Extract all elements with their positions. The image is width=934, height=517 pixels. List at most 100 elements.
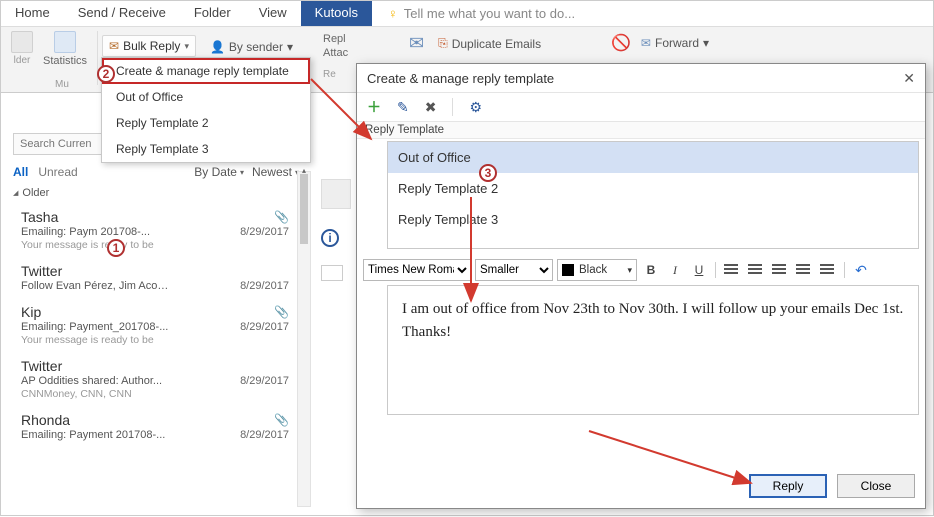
lder-cut: lder — [14, 55, 31, 66]
stats-icon[interactable] — [54, 31, 76, 53]
list-item[interactable]: TwitterFollow Evan Pérez, Jim Acos...8/2… — [13, 257, 299, 298]
forward-button[interactable]: ✉ Forward ▾ — [641, 36, 709, 50]
avatar — [321, 179, 351, 209]
stats-label: Statistics — [43, 55, 87, 67]
marker-1: 1 — [107, 239, 125, 257]
subject: Emailing: Payment 201708-... — [21, 429, 171, 441]
dialog-subhead: Reply Template — [357, 122, 925, 139]
list-item[interactable]: TwitterAP Oddities shared: Author...8/29… — [13, 352, 299, 406]
tell-me-text: Tell me what you want to do... — [404, 6, 575, 21]
ribbon-right-row2: 🚫 ✉ Forward ▾ — [611, 33, 709, 53]
menu-item-out-of-office[interactable]: Out of Office — [102, 84, 310, 110]
from: Rhonda — [21, 412, 70, 428]
sep — [715, 262, 716, 278]
template-item-out-of-office[interactable]: Out of Office — [388, 142, 918, 173]
attachment-icon: 📎 — [274, 413, 289, 427]
menu-item-create-manage[interactable]: Create & manage reply template — [102, 58, 310, 84]
template-item-3[interactable]: Reply Template 3 — [388, 204, 918, 235]
bulk-reply-label: Bulk Reply — [123, 39, 180, 53]
tell-me[interactable]: ♀ Tell me what you want to do... — [372, 1, 575, 26]
underline-button[interactable]: U — [689, 260, 709, 280]
add-icon[interactable]: ＋ — [367, 97, 381, 117]
color-select[interactable]: Black▾ — [557, 259, 637, 281]
sort-newest[interactable]: Newest▾ — [252, 165, 299, 179]
forward-icon: ✉ — [641, 36, 651, 50]
rect-icon — [321, 265, 343, 281]
preview: Your message is ready to be — [21, 239, 297, 251]
envelope-icon: ✉ — [109, 39, 119, 53]
tab-view[interactable]: View — [245, 1, 301, 26]
list-item[interactable]: Kip📎Emailing: Payment_201708-...8/29/201… — [13, 298, 299, 352]
duplicate-icon: ⎘ — [438, 36, 448, 51]
search-input[interactable] — [13, 133, 105, 155]
template-item-2[interactable]: Reply Template 2 — [388, 173, 918, 204]
tab-folder[interactable]: Folder — [180, 1, 245, 26]
italic-button[interactable]: I — [665, 260, 685, 280]
unknown-icon[interactable] — [11, 31, 33, 53]
reading-pane-cut: i — [321, 149, 351, 509]
sep — [844, 262, 845, 278]
scroll-thumb[interactable] — [300, 174, 308, 244]
sep — [452, 98, 453, 116]
align-center-button[interactable] — [746, 260, 766, 280]
ribbon-right-row: ✉ ⎘ Duplicate Emails — [409, 33, 541, 54]
date: 8/29/2017 — [240, 429, 289, 441]
by-sender-button[interactable]: 👤 By sender ▾ — [204, 40, 299, 54]
group-older[interactable]: Older — [13, 187, 299, 199]
align-right-button[interactable] — [770, 260, 790, 280]
mail-list-pane: All Unread By Date▾ Newest▾ Older Tasha 📎… — [13, 133, 299, 447]
bulk-reply-button[interactable]: ✉ Bulk Reply ▾ — [102, 35, 196, 57]
block-icon[interactable]: 🚫 — [611, 33, 631, 53]
info-icon: i — [321, 229, 339, 247]
gear-icon[interactable]: ⚙ — [469, 99, 482, 116]
template-body-editor[interactable]: I am out of office from Nov 23th to Nov … — [387, 285, 919, 415]
reply-template-dialog: Create & manage reply template ✕ ＋ ✎ ✖ ⚙… — [356, 63, 926, 509]
size-select[interactable]: Smaller — [475, 259, 553, 281]
duplicate-emails-button[interactable]: ⎘ Duplicate Emails — [438, 36, 541, 51]
tab-home[interactable]: Home — [1, 1, 64, 26]
filter-all[interactable]: All — [13, 165, 28, 179]
sort-by-date[interactable]: By Date▾ — [194, 165, 244, 179]
list-item[interactable]: Rhonda 📎 Emailing: Payment 201708-... 8/29/… — [13, 406, 299, 447]
menu-item-template-2[interactable]: Reply Template 2 — [102, 110, 310, 136]
person-search-icon: 👤 — [210, 40, 225, 54]
format-toolbar: Times New Roman Smaller Black▾ B I U ↶ — [363, 259, 919, 281]
filter-unread[interactable]: Unread — [38, 165, 77, 179]
undo-button[interactable]: ↶ — [851, 260, 871, 280]
close-icon[interactable]: ✕ — [903, 70, 915, 87]
from: Twitter — [21, 358, 62, 374]
color-swatch — [562, 264, 574, 276]
outdent-button[interactable] — [794, 260, 814, 280]
attachment-icon: 📎 — [274, 210, 289, 224]
dialog-footer: Reply Close — [749, 474, 915, 498]
tab-send-receive[interactable]: Send / Receive — [64, 1, 180, 26]
from: Tasha — [21, 209, 58, 225]
list-item[interactable]: Tasha📎Emailing: Paym 201708-...8/29/2017… — [13, 203, 299, 257]
marker-3: 3 — [479, 164, 497, 182]
subject: Follow Evan Pérez, Jim Acos... — [21, 280, 171, 292]
scrollbar[interactable]: ▴ — [297, 171, 311, 507]
bulk-reply-menu: Create & manage reply template Out of Of… — [101, 57, 311, 163]
indent-button[interactable] — [818, 260, 838, 280]
chevron-down-icon: ▾ — [287, 40, 293, 54]
close-button[interactable]: Close — [837, 474, 915, 498]
chevron-down-icon: ▾ — [703, 36, 709, 50]
reply-button[interactable]: Reply — [749, 474, 827, 498]
align-left-button[interactable] — [722, 260, 742, 280]
tab-kutools[interactable]: Kutools — [301, 1, 372, 26]
bold-button[interactable]: B — [641, 260, 661, 280]
subject: Emailing: Payment_201708-... — [21, 321, 171, 333]
bulb-icon: ♀ — [388, 6, 398, 21]
menu-item-template-3[interactable]: Reply Template 3 — [102, 136, 310, 162]
from: Twitter — [21, 263, 62, 279]
mail-icon[interactable]: ✉ — [409, 33, 424, 54]
by-sender-label: By sender — [229, 40, 283, 54]
font-select[interactable]: Times New Roman — [363, 259, 471, 281]
date: 8/29/2017 — [240, 226, 289, 238]
chevron-down-icon: ▾ — [184, 41, 189, 52]
edit-icon[interactable]: ✎ — [397, 99, 409, 116]
rb-group-bulk: ✉ Bulk Reply ▾ 👤 By sender ▾ — [102, 31, 299, 59]
ribbon-tabs: Home Send / Receive Folder View Kutools … — [1, 1, 933, 27]
delete-icon[interactable]: ✖ — [425, 99, 437, 116]
attachment-icon: 📎 — [274, 305, 289, 319]
